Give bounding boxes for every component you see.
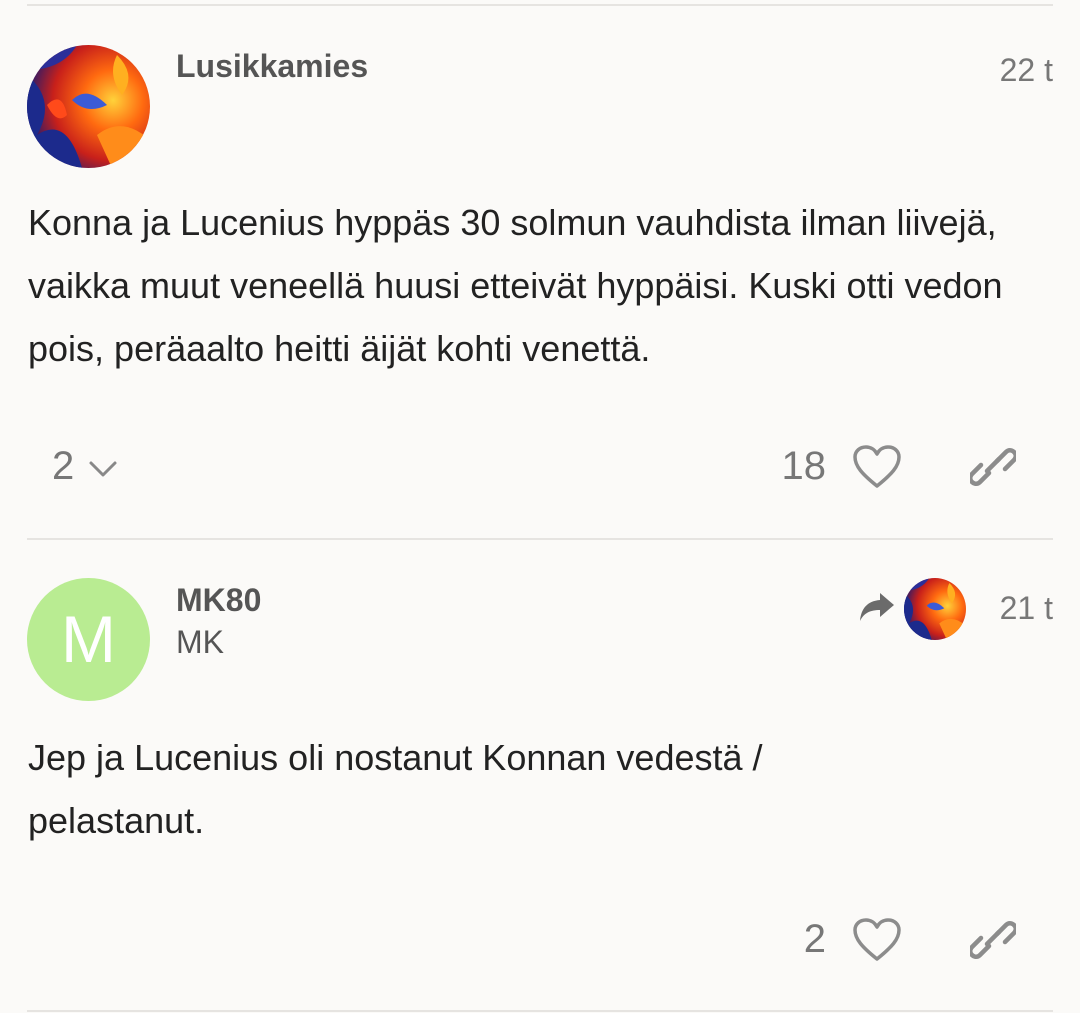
reply-arrow-icon [858,590,896,629]
username[interactable]: Lusikkamies [176,48,368,85]
user-avatar[interactable]: M [27,578,150,701]
fractal-avatar-image [27,45,150,168]
divider-bottom [27,1010,1053,1012]
divider-between-posts [27,538,1053,540]
post-time[interactable]: 22 t [1000,52,1053,89]
divider-top [27,4,1053,6]
user-avatar[interactable] [27,45,150,168]
heart-icon[interactable] [852,444,902,495]
link-icon[interactable] [967,446,1019,493]
like-count: 18 [781,444,827,488]
like-count: 2 [803,917,826,961]
post-body: Konna ja Lucenius hyppäs 30 solmun vauhd… [28,202,1003,369]
heart-icon[interactable] [852,917,902,968]
link-icon[interactable] [967,919,1019,966]
post-body: Jep ja Lucenius oli nostanut Konnan vede… [28,737,763,841]
chevron-down-icon [88,444,118,489]
replies-toggle-button[interactable]: 2 [52,444,118,489]
post-time[interactable]: 21 t [1000,590,1053,627]
username[interactable]: MK80 [176,582,261,619]
reply-to-avatar [904,578,966,640]
replies-count: 2 [52,444,75,488]
reply-to-indicator[interactable] [858,578,966,640]
user-fullname: MK [176,624,224,660]
